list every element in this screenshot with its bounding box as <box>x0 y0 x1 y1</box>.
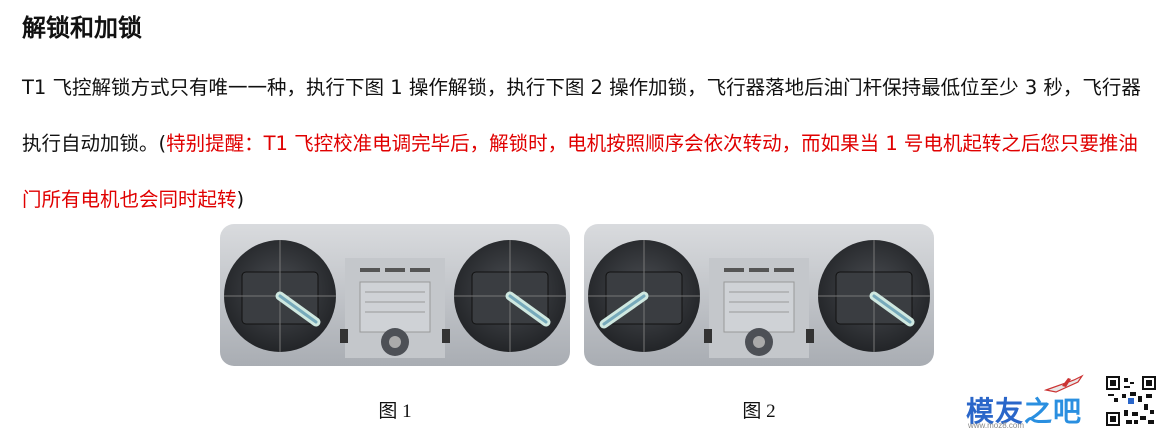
figure-2-transmitter <box>584 224 934 366</box>
figure-1-transmitter <box>220 224 570 366</box>
qr-code-icon <box>1106 376 1156 426</box>
instruction-paragraph: T1 飞控解锁方式只有唯一一种，执行下图 1 操作解锁，执行下图 2 操作加锁，… <box>22 60 1147 228</box>
figure-2-caption: 图 2 <box>742 401 776 422</box>
watermark-url: www.moz8.com <box>968 421 1025 430</box>
section-heading: 解锁和加锁 <box>22 14 142 42</box>
paragraph-closing: ) <box>236 188 245 211</box>
watermark-accent: 之吧 <box>1024 395 1083 428</box>
site-watermark: 模友之吧 www.moz8.com <box>960 374 1160 430</box>
figure-1-caption: 图 1 <box>378 401 412 422</box>
warning-note: 特别提醒：T1 飞控校准电调完毕后，解锁时，电机按照顺序会依次转动，而如果当 1… <box>22 132 1138 211</box>
